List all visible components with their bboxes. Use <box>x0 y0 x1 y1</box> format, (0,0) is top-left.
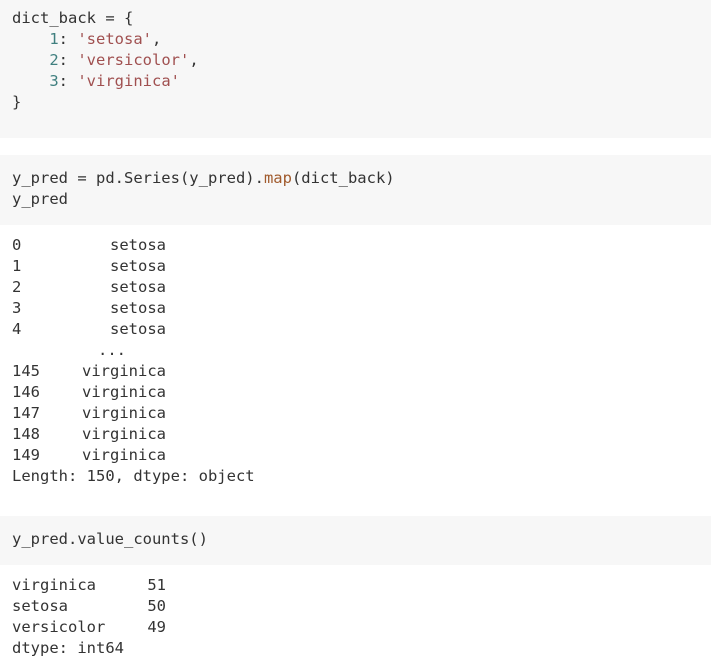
dict-entry-2: 2: 'versicolor', <box>49 51 199 69</box>
count-row: setosa 50 <box>12 596 699 617</box>
row-value: setosa <box>110 299 166 317</box>
count-value: 51 <box>147 576 166 594</box>
row-value: virginica <box>82 425 166 443</box>
row-index: 3 <box>12 299 22 317</box>
row-value: setosa <box>110 320 166 338</box>
code-cell-map[interactable]: y_pred = pd.Series(y_pred).map(dict_back… <box>0 155 711 225</box>
row-value: virginica <box>82 362 166 380</box>
series-row: 0 setosa <box>12 235 699 256</box>
counts-footer: dtype: int64 <box>12 639 124 657</box>
method-name: map <box>263 169 292 187</box>
row-index: 4 <box>12 320 22 338</box>
row-index: 145 <box>12 362 40 380</box>
count-value: 49 <box>147 618 166 636</box>
code-text: (dict_back) <box>291 169 395 187</box>
series-row: 4 setosa <box>12 319 699 340</box>
punct: , <box>152 30 162 48</box>
dict-key: 3 <box>49 72 59 90</box>
series-footer: Length: 150, dtype: object <box>12 467 255 485</box>
row-value: virginica <box>82 446 166 464</box>
series-row: 147 virginica <box>12 403 699 424</box>
row-index: 148 <box>12 425 40 443</box>
row-index: 146 <box>12 383 40 401</box>
code-cell-value-counts[interactable]: y_pred.value_counts() <box>0 516 711 565</box>
row-value: setosa <box>110 236 166 254</box>
row-index: 0 <box>12 236 22 254</box>
code-line: y_pred <box>12 190 68 208</box>
count-label: versicolor <box>12 618 106 636</box>
code-line: } <box>12 93 22 111</box>
series-row: 2 setosa <box>12 277 699 298</box>
row-value: setosa <box>110 278 166 296</box>
row-index: 2 <box>12 278 22 296</box>
row-index: 149 <box>12 446 40 464</box>
count-row: virginica 51 <box>12 575 699 596</box>
row-value: setosa <box>110 257 166 275</box>
row-index: 147 <box>12 404 40 422</box>
code-text: y_pred = pd.Series(y_pred). <box>12 169 264 187</box>
row-value: virginica <box>82 404 166 422</box>
row-index: 1 <box>12 257 22 275</box>
output-series: 0 setosa 1 setosa 2 setosa 3 setosa 4 setosa … <box>0 235 711 495</box>
series-row: 149 virginica <box>12 445 699 466</box>
series-row: 3 setosa <box>12 298 699 319</box>
count-row: versicolor 49 <box>12 617 699 638</box>
dict-entry-1: 1: 'setosa', <box>49 30 162 48</box>
count-value: 50 <box>147 597 166 615</box>
dict-entry-3: 3: 'virginica' <box>49 72 180 90</box>
code-cell-dict-back[interactable]: dict_back = { 1: 'setosa', 2: 'versicolo… <box>0 0 711 138</box>
series-row: 146 virginica <box>12 382 699 403</box>
code-line: y_pred.value_counts() <box>12 530 208 548</box>
code-line: dict_back = { <box>12 9 134 27</box>
dict-value: 'virginica' <box>77 72 180 90</box>
dict-value: 'setosa' <box>77 30 152 48</box>
row-value: virginica <box>82 383 166 401</box>
series-row: 145 virginica <box>12 361 699 382</box>
series-row: 1 setosa <box>12 256 699 277</box>
ellipsis: ... <box>98 341 126 359</box>
code-line: y_pred = pd.Series(y_pred).map(dict_back… <box>12 168 699 189</box>
dict-value: 'versicolor' <box>77 51 190 69</box>
count-label: setosa <box>12 597 68 615</box>
output-value-counts: virginica 51 setosa 50 versicolor 49 dtype:… <box>0 575 711 670</box>
series-row: 148 virginica <box>12 424 699 445</box>
dict-key: 2 <box>49 51 59 69</box>
punct: , <box>189 51 199 69</box>
count-label: virginica <box>12 576 96 594</box>
dict-key: 1 <box>49 30 59 48</box>
